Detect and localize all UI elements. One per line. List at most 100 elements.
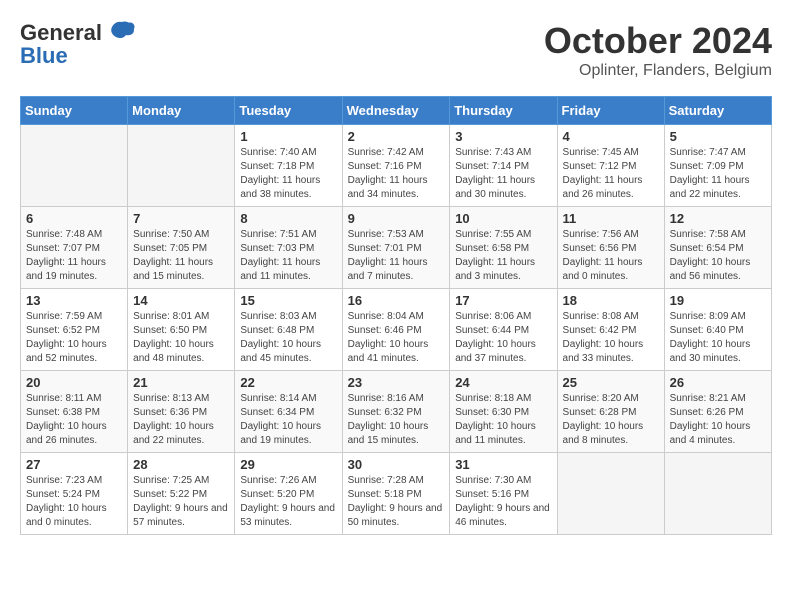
calendar-cell: 9 Sunrise: 7:53 AM Sunset: 7:01 PM Daylig… (342, 207, 450, 289)
month-title: October 2024 (544, 20, 772, 62)
day-info: Sunrise: 8:20 AM Sunset: 6:28 PM Dayligh… (563, 392, 659, 448)
calendar-cell: 17 Sunrise: 8:06 AM Sunset: 6:44 PM Dayli… (450, 289, 557, 371)
day-info: Sunrise: 7:59 AM Sunset: 6:52 PM Dayligh… (26, 310, 122, 366)
calendar-cell: 12Sunrise: 7:58 AM Sunset: 6:54 PM Dayli… (664, 207, 771, 289)
weekday-header-tuesday: Tuesday (235, 97, 342, 125)
day-number: 22 (240, 375, 336, 390)
calendar-cell: 16 Sunrise: 8:04 AM Sunset: 6:46 PM Dayli… (342, 289, 450, 371)
weekday-header-thursday: Thursday (450, 97, 557, 125)
calendar-cell: 27Sunrise: 7:23 AM Sunset: 5:24 PM Dayli… (21, 453, 128, 535)
logo-general-text: General (20, 20, 102, 45)
calendar-table: SundayMondayTuesdayWednesdayThursdayFrid… (20, 96, 772, 535)
calendar-cell: 5 Sunrise: 7:47 AM Sunset: 7:09 PM Daylig… (664, 125, 771, 207)
calendar-cell: 10 Sunrise: 7:55 AM Sunset: 6:58 PM Dayli… (450, 207, 557, 289)
calendar-cell: 15 Sunrise: 8:03 AM Sunset: 6:48 PM Dayli… (235, 289, 342, 371)
day-info: Sunrise: 7:25 AM Sunset: 5:22 PM Dayligh… (133, 474, 229, 530)
calendar-cell: 1Sunrise: 7:40 AM Sunset: 7:18 PM Daylig… (235, 125, 342, 207)
calendar-week-5: 27Sunrise: 7:23 AM Sunset: 5:24 PM Dayli… (21, 453, 772, 535)
day-number: 31 (455, 457, 551, 472)
day-number: 7 (133, 211, 229, 226)
day-info: Sunrise: 8:04 AM Sunset: 6:46 PM Dayligh… (348, 310, 445, 366)
day-number: 3 (455, 129, 551, 144)
calendar-cell (664, 453, 771, 535)
day-number: 8 (240, 211, 336, 226)
logo-blue-text: Blue (20, 43, 68, 68)
day-number: 24 (455, 375, 551, 390)
day-info: Sunrise: 8:18 AM Sunset: 6:30 PM Dayligh… (455, 392, 551, 448)
day-info: Sunrise: 8:08 AM Sunset: 6:42 PM Dayligh… (563, 310, 659, 366)
calendar-cell: 8Sunrise: 7:51 AM Sunset: 7:03 PM Daylig… (235, 207, 342, 289)
day-info: Sunrise: 8:09 AM Sunset: 6:40 PM Dayligh… (670, 310, 766, 366)
calendar-cell: 4Sunrise: 7:45 AM Sunset: 7:12 PM Daylig… (557, 125, 664, 207)
calendar-cell: 28 Sunrise: 7:25 AM Sunset: 5:22 PM Dayli… (128, 453, 235, 535)
weekday-header-friday: Friday (557, 97, 664, 125)
calendar-cell: 22 Sunrise: 8:14 AM Sunset: 6:34 PM Dayli… (235, 371, 342, 453)
location-label: Oplinter, Flanders, Belgium (544, 62, 772, 80)
day-info: Sunrise: 8:13 AM Sunset: 6:36 PM Dayligh… (133, 392, 229, 448)
day-number: 5 (670, 129, 766, 144)
day-number: 17 (455, 293, 551, 308)
logo-bird-icon (108, 20, 136, 40)
day-info: Sunrise: 8:01 AM Sunset: 6:50 PM Dayligh… (133, 310, 229, 366)
calendar-week-2: 6Sunrise: 7:48 AM Sunset: 7:07 PM Daylig… (21, 207, 772, 289)
day-info: Sunrise: 7:23 AM Sunset: 5:24 PM Dayligh… (26, 474, 122, 530)
calendar-cell: 2 Sunrise: 7:42 AM Sunset: 7:16 PM Daylig… (342, 125, 450, 207)
day-number: 23 (348, 375, 445, 390)
day-number: 12 (670, 211, 766, 226)
calendar-cell: 20 Sunrise: 8:11 AM Sunset: 6:38 PM Dayli… (21, 371, 128, 453)
calendar-cell: 25 Sunrise: 8:20 AM Sunset: 6:28 PM Dayli… (557, 371, 664, 453)
calendar-cell: 26 Sunrise: 8:21 AM Sunset: 6:26 PM Dayli… (664, 371, 771, 453)
calendar-cell: 21 Sunrise: 8:13 AM Sunset: 6:36 PM Dayli… (128, 371, 235, 453)
day-number: 10 (455, 211, 551, 226)
day-info: Sunrise: 7:42 AM Sunset: 7:16 PM Dayligh… (348, 146, 445, 202)
calendar-cell (128, 125, 235, 207)
day-number: 30 (348, 457, 445, 472)
calendar-cell: 3 Sunrise: 7:43 AM Sunset: 7:14 PM Daylig… (450, 125, 557, 207)
day-number: 1 (240, 129, 336, 144)
day-number: 21 (133, 375, 229, 390)
calendar-week-3: 13Sunrise: 7:59 AM Sunset: 6:52 PM Dayli… (21, 289, 772, 371)
calendar-cell: 19 Sunrise: 8:09 AM Sunset: 6:40 PM Dayli… (664, 289, 771, 371)
day-info: Sunrise: 8:11 AM Sunset: 6:38 PM Dayligh… (26, 392, 122, 448)
day-info: Sunrise: 8:06 AM Sunset: 6:44 PM Dayligh… (455, 310, 551, 366)
day-number: 20 (26, 375, 122, 390)
day-info: Sunrise: 8:14 AM Sunset: 6:34 PM Dayligh… (240, 392, 336, 448)
day-info: Sunrise: 8:16 AM Sunset: 6:32 PM Dayligh… (348, 392, 445, 448)
calendar-cell: 29Sunrise: 7:26 AM Sunset: 5:20 PM Dayli… (235, 453, 342, 535)
calendar-cell: 30 Sunrise: 7:28 AM Sunset: 5:18 PM Dayli… (342, 453, 450, 535)
calendar-cell: 14 Sunrise: 8:01 AM Sunset: 6:50 PM Dayli… (128, 289, 235, 371)
day-number: 14 (133, 293, 229, 308)
day-info: Sunrise: 7:26 AM Sunset: 5:20 PM Dayligh… (240, 474, 336, 530)
calendar-cell: 18Sunrise: 8:08 AM Sunset: 6:42 PM Dayli… (557, 289, 664, 371)
day-number: 2 (348, 129, 445, 144)
calendar-cell (557, 453, 664, 535)
day-number: 9 (348, 211, 445, 226)
day-number: 26 (670, 375, 766, 390)
day-info: Sunrise: 8:21 AM Sunset: 6:26 PM Dayligh… (670, 392, 766, 448)
calendar-cell: 13Sunrise: 7:59 AM Sunset: 6:52 PM Dayli… (21, 289, 128, 371)
day-number: 28 (133, 457, 229, 472)
day-number: 16 (348, 293, 445, 308)
day-info: Sunrise: 7:50 AM Sunset: 7:05 PM Dayligh… (133, 228, 229, 284)
day-info: Sunrise: 7:47 AM Sunset: 7:09 PM Dayligh… (670, 146, 766, 202)
title-section: October 2024 Oplinter, Flanders, Belgium (544, 20, 772, 80)
day-number: 25 (563, 375, 659, 390)
weekday-header-wednesday: Wednesday (342, 97, 450, 125)
day-info: Sunrise: 7:43 AM Sunset: 7:14 PM Dayligh… (455, 146, 551, 202)
day-info: Sunrise: 7:30 AM Sunset: 5:16 PM Dayligh… (455, 474, 551, 530)
weekday-header-saturday: Saturday (664, 97, 771, 125)
calendar-cell: 6Sunrise: 7:48 AM Sunset: 7:07 PM Daylig… (21, 207, 128, 289)
calendar-cell: 7 Sunrise: 7:50 AM Sunset: 7:05 PM Daylig… (128, 207, 235, 289)
day-number: 11 (563, 211, 659, 226)
day-info: Sunrise: 8:03 AM Sunset: 6:48 PM Dayligh… (240, 310, 336, 366)
day-number: 19 (670, 293, 766, 308)
day-info: Sunrise: 7:45 AM Sunset: 7:12 PM Dayligh… (563, 146, 659, 202)
calendar-cell: 24 Sunrise: 8:18 AM Sunset: 6:30 PM Dayli… (450, 371, 557, 453)
day-info: Sunrise: 7:28 AM Sunset: 5:18 PM Dayligh… (348, 474, 445, 530)
day-info: Sunrise: 7:56 AM Sunset: 6:56 PM Dayligh… (563, 228, 659, 284)
day-info: Sunrise: 7:55 AM Sunset: 6:58 PM Dayligh… (455, 228, 551, 284)
day-number: 15 (240, 293, 336, 308)
calendar-week-1: 1Sunrise: 7:40 AM Sunset: 7:18 PM Daylig… (21, 125, 772, 207)
day-info: Sunrise: 7:53 AM Sunset: 7:01 PM Dayligh… (348, 228, 445, 284)
weekday-header-monday: Monday (128, 97, 235, 125)
